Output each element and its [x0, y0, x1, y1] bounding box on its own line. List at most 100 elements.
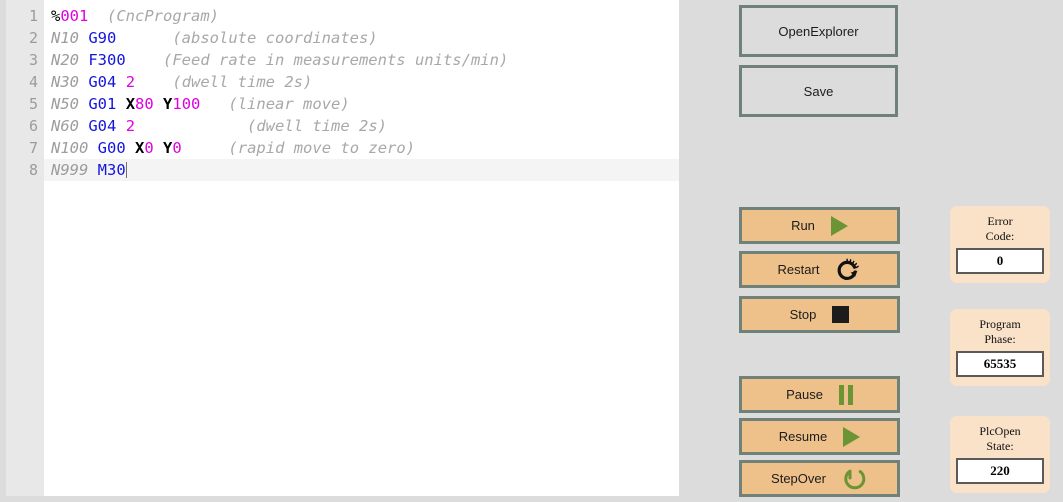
code-token: (linear move)	[228, 95, 350, 113]
cnc-program-editor[interactable]: 12345678 %001 (CncProgram) N10 G90 (absol…	[6, 0, 679, 496]
code-token: N20	[51, 51, 79, 69]
code-token: N50	[51, 95, 79, 113]
code-line: N10 G90 (absolute coordinates)	[51, 27, 679, 49]
line-number-gutter: 1 2 3 4 5 6 7 8	[6, 0, 44, 496]
step-over-button[interactable]: StepOver	[739, 460, 900, 497]
program-phase-value: 65535	[956, 351, 1044, 377]
code-line: N20 F300 (Feed rate in measurements unit…	[51, 49, 679, 71]
line-number: 5	[28, 95, 38, 113]
code-token: 0	[144, 139, 154, 157]
step-over-icon	[842, 466, 868, 492]
open-explorer-button-label: OpenExplorer	[778, 23, 859, 39]
play-icon	[830, 215, 848, 236]
code-token: 2	[125, 73, 136, 91]
code-token: X	[135, 139, 145, 157]
code-token: 0	[172, 139, 182, 157]
code-token: N100	[51, 139, 89, 157]
stop-button-label: Stop	[789, 307, 817, 322]
code-token: N30	[51, 73, 79, 91]
code-token: %	[51, 7, 61, 25]
run-button[interactable]: Run	[739, 207, 900, 244]
code-token: G00	[97, 139, 126, 157]
code-token: M30	[97, 161, 126, 179]
line-number: 8	[28, 161, 38, 179]
code-token: N999	[51, 161, 89, 179]
run-button-label: Run	[791, 218, 815, 233]
code-token: G90	[88, 29, 117, 47]
line-number: 1	[28, 7, 38, 25]
code-line: N60 G04 2 (dwell time 2s)	[51, 115, 679, 137]
pause-button[interactable]: Pause	[739, 376, 900, 413]
code-token: (CncProgram)	[107, 7, 219, 25]
line-number: 2	[28, 29, 38, 47]
code-token: (dwell time 2s)	[247, 117, 387, 135]
plcopen-state-card: PlcOpen State: 220	[950, 416, 1050, 493]
code-token: Y	[163, 139, 173, 157]
code-line: %001 (CncProgram)	[51, 5, 679, 27]
code-line: N30 G04 2 (dwell time 2s)	[51, 71, 679, 93]
code-line: N50 G01 X80 Y100 (linear move)	[51, 93, 679, 115]
restart-button-label: Restart	[777, 262, 820, 277]
code-token: 2	[125, 117, 136, 135]
code-token: X	[125, 95, 136, 113]
code-token: F300	[88, 51, 126, 69]
line-number: 6	[28, 117, 38, 135]
resume-button[interactable]: Resume	[739, 418, 900, 455]
code-token: (Feed rate in measurements units/min)	[163, 51, 509, 69]
code-token: N10	[51, 29, 79, 47]
error-code-card: Error Code: 0	[950, 206, 1050, 283]
pause-icon	[838, 384, 853, 405]
code-text-area[interactable]: %001 (CncProgram) N10 G90 (absolute coord…	[44, 0, 679, 496]
line-number: 4	[28, 73, 38, 91]
code-token: Y	[163, 95, 173, 113]
restart-button[interactable]: Restart	[739, 251, 900, 288]
resume-button-label: Resume	[778, 429, 828, 444]
step-over-button-label: StepOver	[771, 471, 826, 486]
stop-icon	[832, 306, 850, 323]
error-code-label-line2: Code:	[985, 229, 1015, 243]
stop-button[interactable]: Stop	[739, 296, 900, 333]
line-number: 3	[28, 51, 38, 69]
plcopen-state-label-line2: State:	[986, 439, 1014, 453]
code-line: N999 M30	[44, 159, 679, 181]
line-number: 7	[28, 139, 38, 157]
pause-button-label: Pause	[786, 387, 823, 402]
code-token: (dwell time 2s)	[172, 73, 313, 91]
plcopen-state-label-line1: PlcOpen	[979, 424, 1021, 438]
plcopen-state-value: 220	[956, 458, 1044, 484]
save-button[interactable]: Save	[739, 65, 898, 117]
code-token: (rapid move to zero)	[228, 139, 416, 157]
code-token: 100	[172, 95, 201, 113]
code-token: G01	[88, 95, 117, 113]
program-phase-card: Program Phase: 65535	[950, 309, 1050, 386]
code-token: 001	[60, 7, 89, 25]
open-explorer-button[interactable]: OpenExplorer	[739, 5, 898, 57]
program-phase-label-line2: Phase:	[984, 332, 1016, 346]
code-line: N100 G00 X0 Y0 (rapid move to zero)	[51, 137, 679, 159]
error-code-label-line1: Error	[987, 214, 1013, 228]
play-icon	[843, 426, 861, 447]
text-caret	[125, 162, 127, 178]
code-token: 80	[135, 95, 154, 113]
program-phase-label-line1: Program	[979, 317, 1021, 331]
error-code-value: 0	[956, 248, 1044, 274]
